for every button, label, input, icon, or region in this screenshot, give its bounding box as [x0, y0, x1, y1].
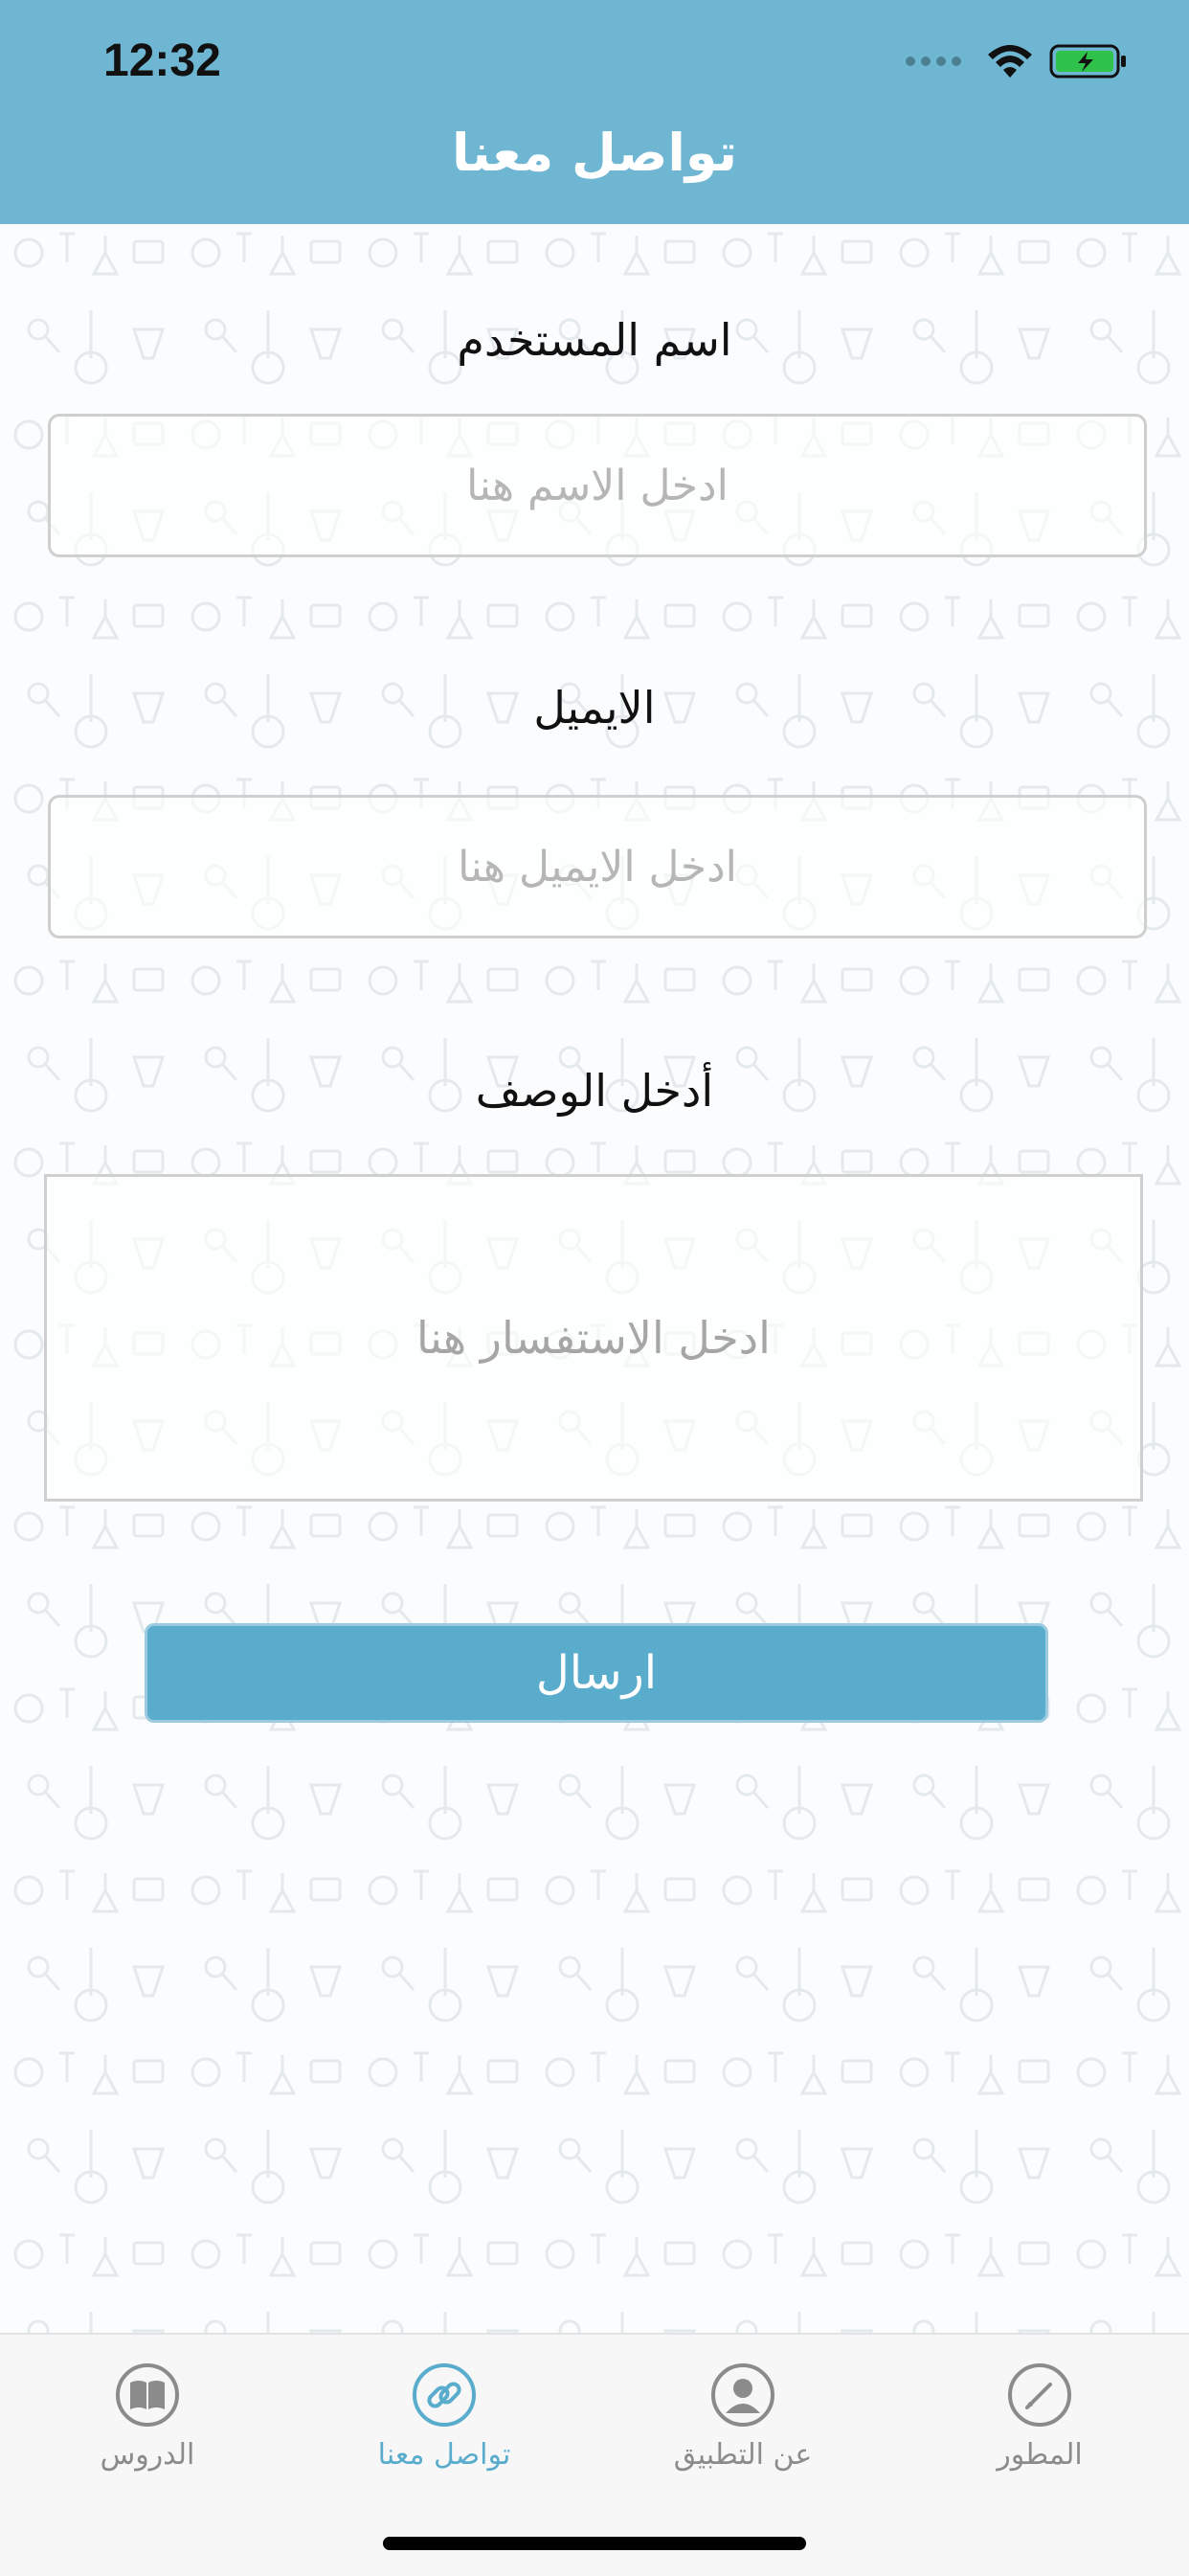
tab-lessons-label: الدروس: [100, 2438, 195, 2472]
username-input[interactable]: ادخل الاسم هنا: [48, 414, 1147, 557]
status-icons: [906, 42, 1128, 80]
book-icon: [116, 2363, 179, 2427]
home-indicator: [383, 2537, 806, 2550]
email-placeholder: ادخل الايميل هنا: [458, 842, 737, 892]
description-placeholder: ادخل الاستفسار هنا: [416, 1312, 771, 1364]
wifi-icon: [988, 45, 1032, 78]
status-time: 12:32: [103, 35, 221, 86]
battery-icon: [1049, 44, 1126, 79]
pencil-icon: [1008, 2363, 1071, 2427]
description-textarea[interactable]: ادخل الاستفسار هنا: [44, 1174, 1143, 1502]
username-placeholder: ادخل الاسم هنا: [466, 461, 729, 510]
person-icon: [711, 2363, 774, 2427]
header-bar: 12:32 تواصل معنا: [0, 0, 1189, 224]
tab-developer-label: المطور: [997, 2438, 1083, 2472]
tab-lessons[interactable]: الدروس: [33, 2361, 262, 2472]
tab-contact[interactable]: تواصل معنا: [329, 2361, 559, 2472]
tab-developer[interactable]: المطور: [925, 2361, 1155, 2472]
contact-form-area: اسم المستخدم ادخل الاسم هنا الايميل ادخل…: [0, 224, 1189, 2333]
send-button-label: ارسال: [535, 1646, 658, 1700]
signal-icon: [906, 56, 961, 66]
email-input[interactable]: ادخل الايميل هنا: [48, 795, 1147, 938]
tab-contact-label: تواصل معنا: [377, 2438, 511, 2472]
tab-about-label: عن التطبيق: [673, 2438, 813, 2472]
send-button[interactable]: ارسال: [145, 1623, 1048, 1723]
username-label: اسم المستخدم: [457, 314, 732, 366]
email-label: الايميل: [533, 682, 656, 734]
link-icon: [413, 2363, 476, 2427]
page-title: تواصل معنا: [451, 123, 738, 183]
description-label: أدخل الوصف: [475, 1065, 714, 1117]
tab-about[interactable]: عن التطبيق: [628, 2361, 858, 2472]
